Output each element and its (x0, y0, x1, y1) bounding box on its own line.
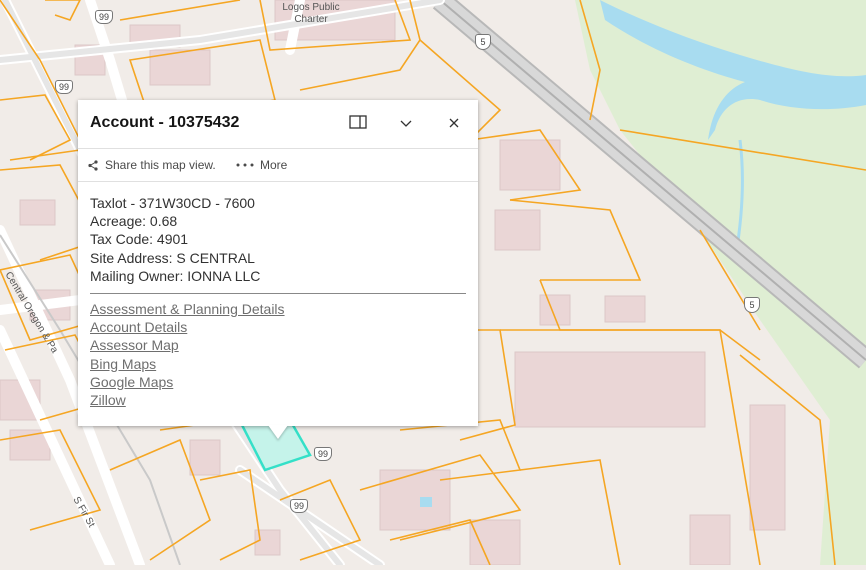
collapse-button[interactable] (394, 112, 418, 136)
share-label: Share this map view. (105, 158, 216, 172)
popup-content: Taxlot - 371W30CD - 7600 Acreage: 0.68 T… (78, 182, 478, 421)
dock-icon (349, 114, 367, 134)
more-action[interactable]: More (236, 158, 287, 172)
popup-pointer (268, 425, 288, 439)
popup-actions: Share this map view. More (78, 149, 478, 182)
us-route-99-shield: 99 (290, 499, 308, 513)
tax-code-field: Tax Code: 4901 (90, 231, 189, 248)
share-icon (88, 159, 98, 171)
site-address-field: Site Address: S CENTRAL (90, 249, 255, 266)
close-button[interactable] (442, 112, 466, 136)
assessor-map-link[interactable]: Assessor Map (90, 336, 466, 354)
share-map-view-action[interactable]: Share this map view. (88, 158, 216, 172)
more-label: More (260, 158, 288, 172)
interstate-5-shield: 5 (475, 34, 491, 50)
assessment-planning-link[interactable]: Assessment & Planning Details (90, 300, 466, 318)
divider (90, 293, 466, 295)
zillow-link[interactable]: Zillow (90, 391, 466, 409)
us-route-99-shield: 99 (55, 80, 73, 94)
google-maps-link[interactable]: Google Maps (90, 373, 466, 391)
interstate-5-shield: 5 (744, 297, 760, 313)
chevron-down-icon (400, 115, 412, 133)
close-icon (449, 115, 459, 133)
popup-title: Account - 10375432 (90, 114, 240, 131)
account-details-link[interactable]: Account Details (90, 318, 466, 336)
popup-header: Account - 10375432 (78, 100, 478, 149)
us-route-99-shield: 99 (314, 447, 332, 461)
us-route-99-shield: 99 (95, 10, 113, 24)
taxlot-field: Taxlot - 371W30CD - 7600 (90, 195, 255, 211)
acreage-field: Acreage: 0.68 (90, 213, 178, 230)
poi-label: Logos Public Charter (282, 2, 340, 25)
feature-popup: Account - 10375432 Share this map view. (78, 100, 478, 426)
dock-button[interactable] (346, 112, 370, 136)
ellipsis-icon (236, 163, 254, 167)
mailing-owner-field: Mailing Owner: IONNA LLC (90, 267, 261, 284)
bing-maps-link[interactable]: Bing Maps (90, 355, 466, 373)
